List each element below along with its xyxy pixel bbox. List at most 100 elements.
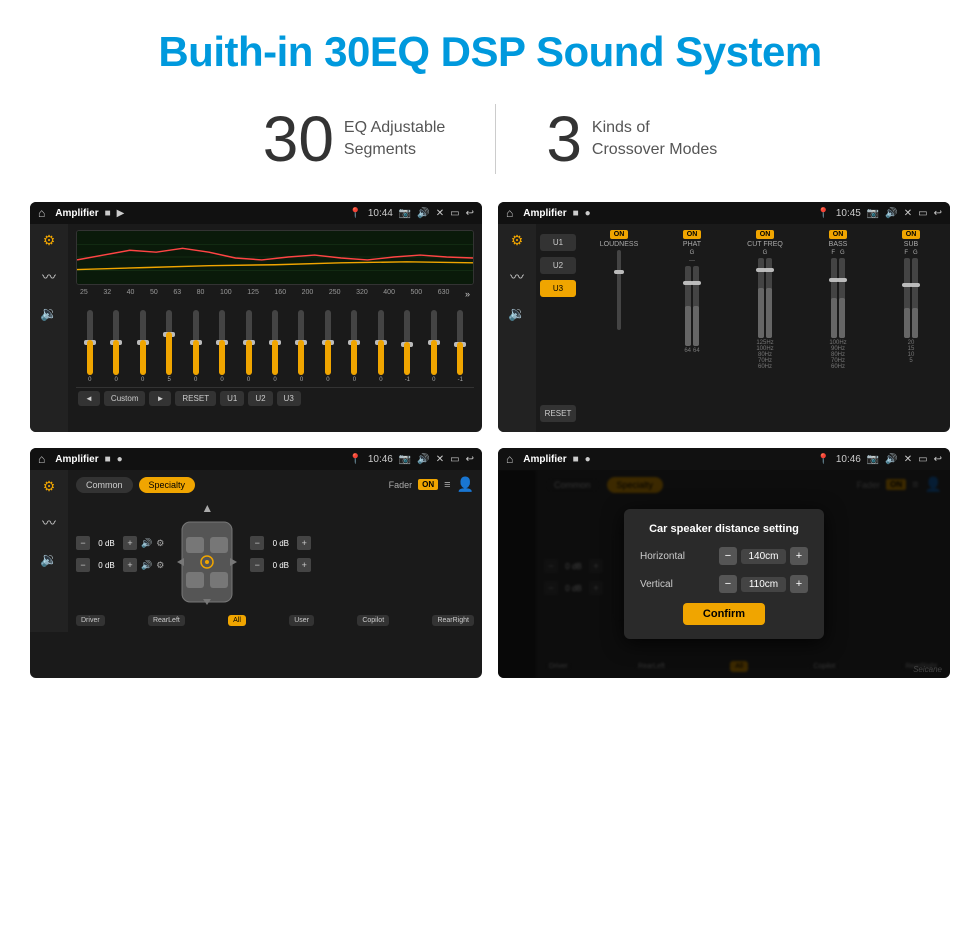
confirm-button[interactable]: Confirm [683,603,765,625]
vol-plus-tl[interactable]: + [123,536,137,550]
home-icon-br[interactable]: ⌂ [506,452,513,466]
eq-slider-col[interactable]: 0 [290,310,313,383]
vertical-plus-btn[interactable]: + [790,575,808,593]
window-icon-tl[interactable]: ▭ [450,208,459,219]
xo-icon-wave[interactable]: 〰 [510,267,524,287]
ch-on-bass[interactable]: ON [829,230,848,239]
play-btn[interactable]: ► [149,391,171,406]
eq-slider-col[interactable]: 0 [316,310,339,383]
u2-btn-eq[interactable]: U2 [248,391,272,406]
time-tl: 10:44 [368,208,393,219]
horizontal-plus-btn[interactable]: + [790,547,808,565]
ch-slider-phat[interactable] [685,266,699,346]
vol-plus-br[interactable]: + [297,558,311,572]
ch-on-loudness[interactable]: ON [610,230,629,239]
horizontal-minus-btn[interactable]: − [719,547,737,565]
vol-minus-bl[interactable]: − [76,558,90,572]
vol-value-br: 0 dB [268,561,293,570]
eq-slider-col[interactable]: 0 [104,310,127,383]
eq-slider-col[interactable]: 0 [422,310,445,383]
all-btn[interactable]: All [228,615,246,626]
home-icon-bl[interactable]: ⌂ [38,452,45,466]
vol-minus-br[interactable]: − [250,558,264,572]
specialty-mode-btn[interactable]: Specialty [139,477,196,493]
reset-btn-eq[interactable]: RESET [175,391,216,406]
app-title-tr: Amplifier [523,208,566,219]
volume-icon-tr[interactable]: 🔊 [885,208,897,219]
eq-slider-col[interactable]: 0 [210,310,233,383]
window-icon-br[interactable]: ▭ [918,454,927,465]
vol-controls-left: − 0 dB + 🔊 ⚙ − 0 dB + 🔊 ⚙ [76,536,164,572]
sp-icon-vol[interactable]: 🔉 [40,551,57,568]
eq-slider-col[interactable]: 5 [157,310,180,383]
ch-on-phat[interactable]: ON [683,230,702,239]
ch-slider-cutfreq[interactable] [758,258,772,338]
arrow-up[interactable]: ▲ [201,501,213,515]
fader-on-badge[interactable]: ON [418,479,438,490]
vol-plus-bl[interactable]: + [123,558,137,572]
ch-on-cutfreq[interactable]: ON [756,230,775,239]
volume-icon-br[interactable]: 🔊 [885,454,897,465]
xo-icon-vol[interactable]: 🔉 [508,305,525,322]
ch-sub: ON SUB F G 2015105 [876,230,946,364]
vol-minus-tr[interactable]: − [250,536,264,550]
ch-slider-sub[interactable] [904,258,918,338]
eq-slider-col[interactable]: -1 [449,310,472,383]
preset-u1[interactable]: U1 [540,234,576,251]
close-icon-bl[interactable]: ✕ [436,454,444,465]
close-icon-br[interactable]: ✕ [904,454,912,465]
ch-slider-loudness[interactable] [617,250,621,330]
xo-icon-tune[interactable]: ⚙ [511,232,524,249]
back-icon-tr[interactable]: ↩ [934,208,942,219]
dot-icon-tr: ● [585,208,591,219]
eq-slider-col[interactable]: -1 [396,310,419,383]
sp-icon-tune[interactable]: ⚙ [43,478,56,495]
volume-icon-bl[interactable]: 🔊 [417,454,429,465]
eq-slider-col[interactable]: 0 [369,310,392,383]
home-icon-tr[interactable]: ⌂ [506,206,513,220]
close-icon-tl[interactable]: ✕ [436,208,444,219]
eq-slider-col[interactable]: 0 [263,310,286,383]
window-icon-tr[interactable]: ▭ [918,208,927,219]
vol-plus-tr[interactable]: + [297,536,311,550]
eq-icon-wave[interactable]: 〰 [42,267,56,287]
camera-icon-tl[interactable]: 📷 [399,208,411,219]
window-icon-bl[interactable]: ▭ [450,454,459,465]
vertical-minus-btn[interactable]: − [719,575,737,593]
camera-icon-tr[interactable]: 📷 [867,208,879,219]
eq-icon-tune[interactable]: ⚙ [43,232,56,249]
back-icon-tl[interactable]: ↩ [466,208,474,219]
scroll-arrows[interactable]: » [465,289,470,299]
reset-btn-xo[interactable]: RESET [540,405,576,422]
prev-btn[interactable]: ◄ [78,391,100,406]
preset-u3[interactable]: U3 [540,280,576,297]
user-btn[interactable]: User [289,615,314,626]
volume-icon-tl[interactable]: 🔊 [417,208,429,219]
sp-top-row: Common Specialty Fader ON ≡ 👤 [76,476,474,493]
eq-slider-col[interactable]: 0 [131,310,154,383]
eq-slider-col[interactable]: 0 [343,310,366,383]
camera-icon-br[interactable]: 📷 [867,454,879,465]
vol-minus-tl[interactable]: − [76,536,90,550]
copilot-btn[interactable]: Copilot [357,615,389,626]
rearleft-btn[interactable]: RearLeft [148,615,185,626]
ch-slider-bass[interactable] [831,258,845,338]
close-icon-tr[interactable]: ✕ [904,208,912,219]
camera-icon-bl[interactable]: 📷 [399,454,411,465]
ch-on-sub[interactable]: ON [902,230,921,239]
eq-icon-vol[interactable]: 🔉 [40,305,57,322]
driver-btn[interactable]: Driver [76,615,105,626]
preset-u2[interactable]: U2 [540,257,576,274]
home-icon[interactable]: ⌂ [38,206,45,220]
eq-slider-col[interactable]: 0 [184,310,207,383]
rearright-btn[interactable]: RearRight [432,615,474,626]
u3-btn-eq[interactable]: U3 [277,391,301,406]
eq-slider-col[interactable]: 0 [237,310,260,383]
custom-btn[interactable]: Custom [104,391,146,406]
u1-btn-eq[interactable]: U1 [220,391,244,406]
eq-slider-col[interactable]: 0 [78,310,101,383]
common-mode-btn[interactable]: Common [76,477,133,493]
back-icon-bl[interactable]: ↩ [466,454,474,465]
back-icon-br[interactable]: ↩ [934,454,942,465]
sp-icon-wave[interactable]: 〰 [42,513,56,533]
